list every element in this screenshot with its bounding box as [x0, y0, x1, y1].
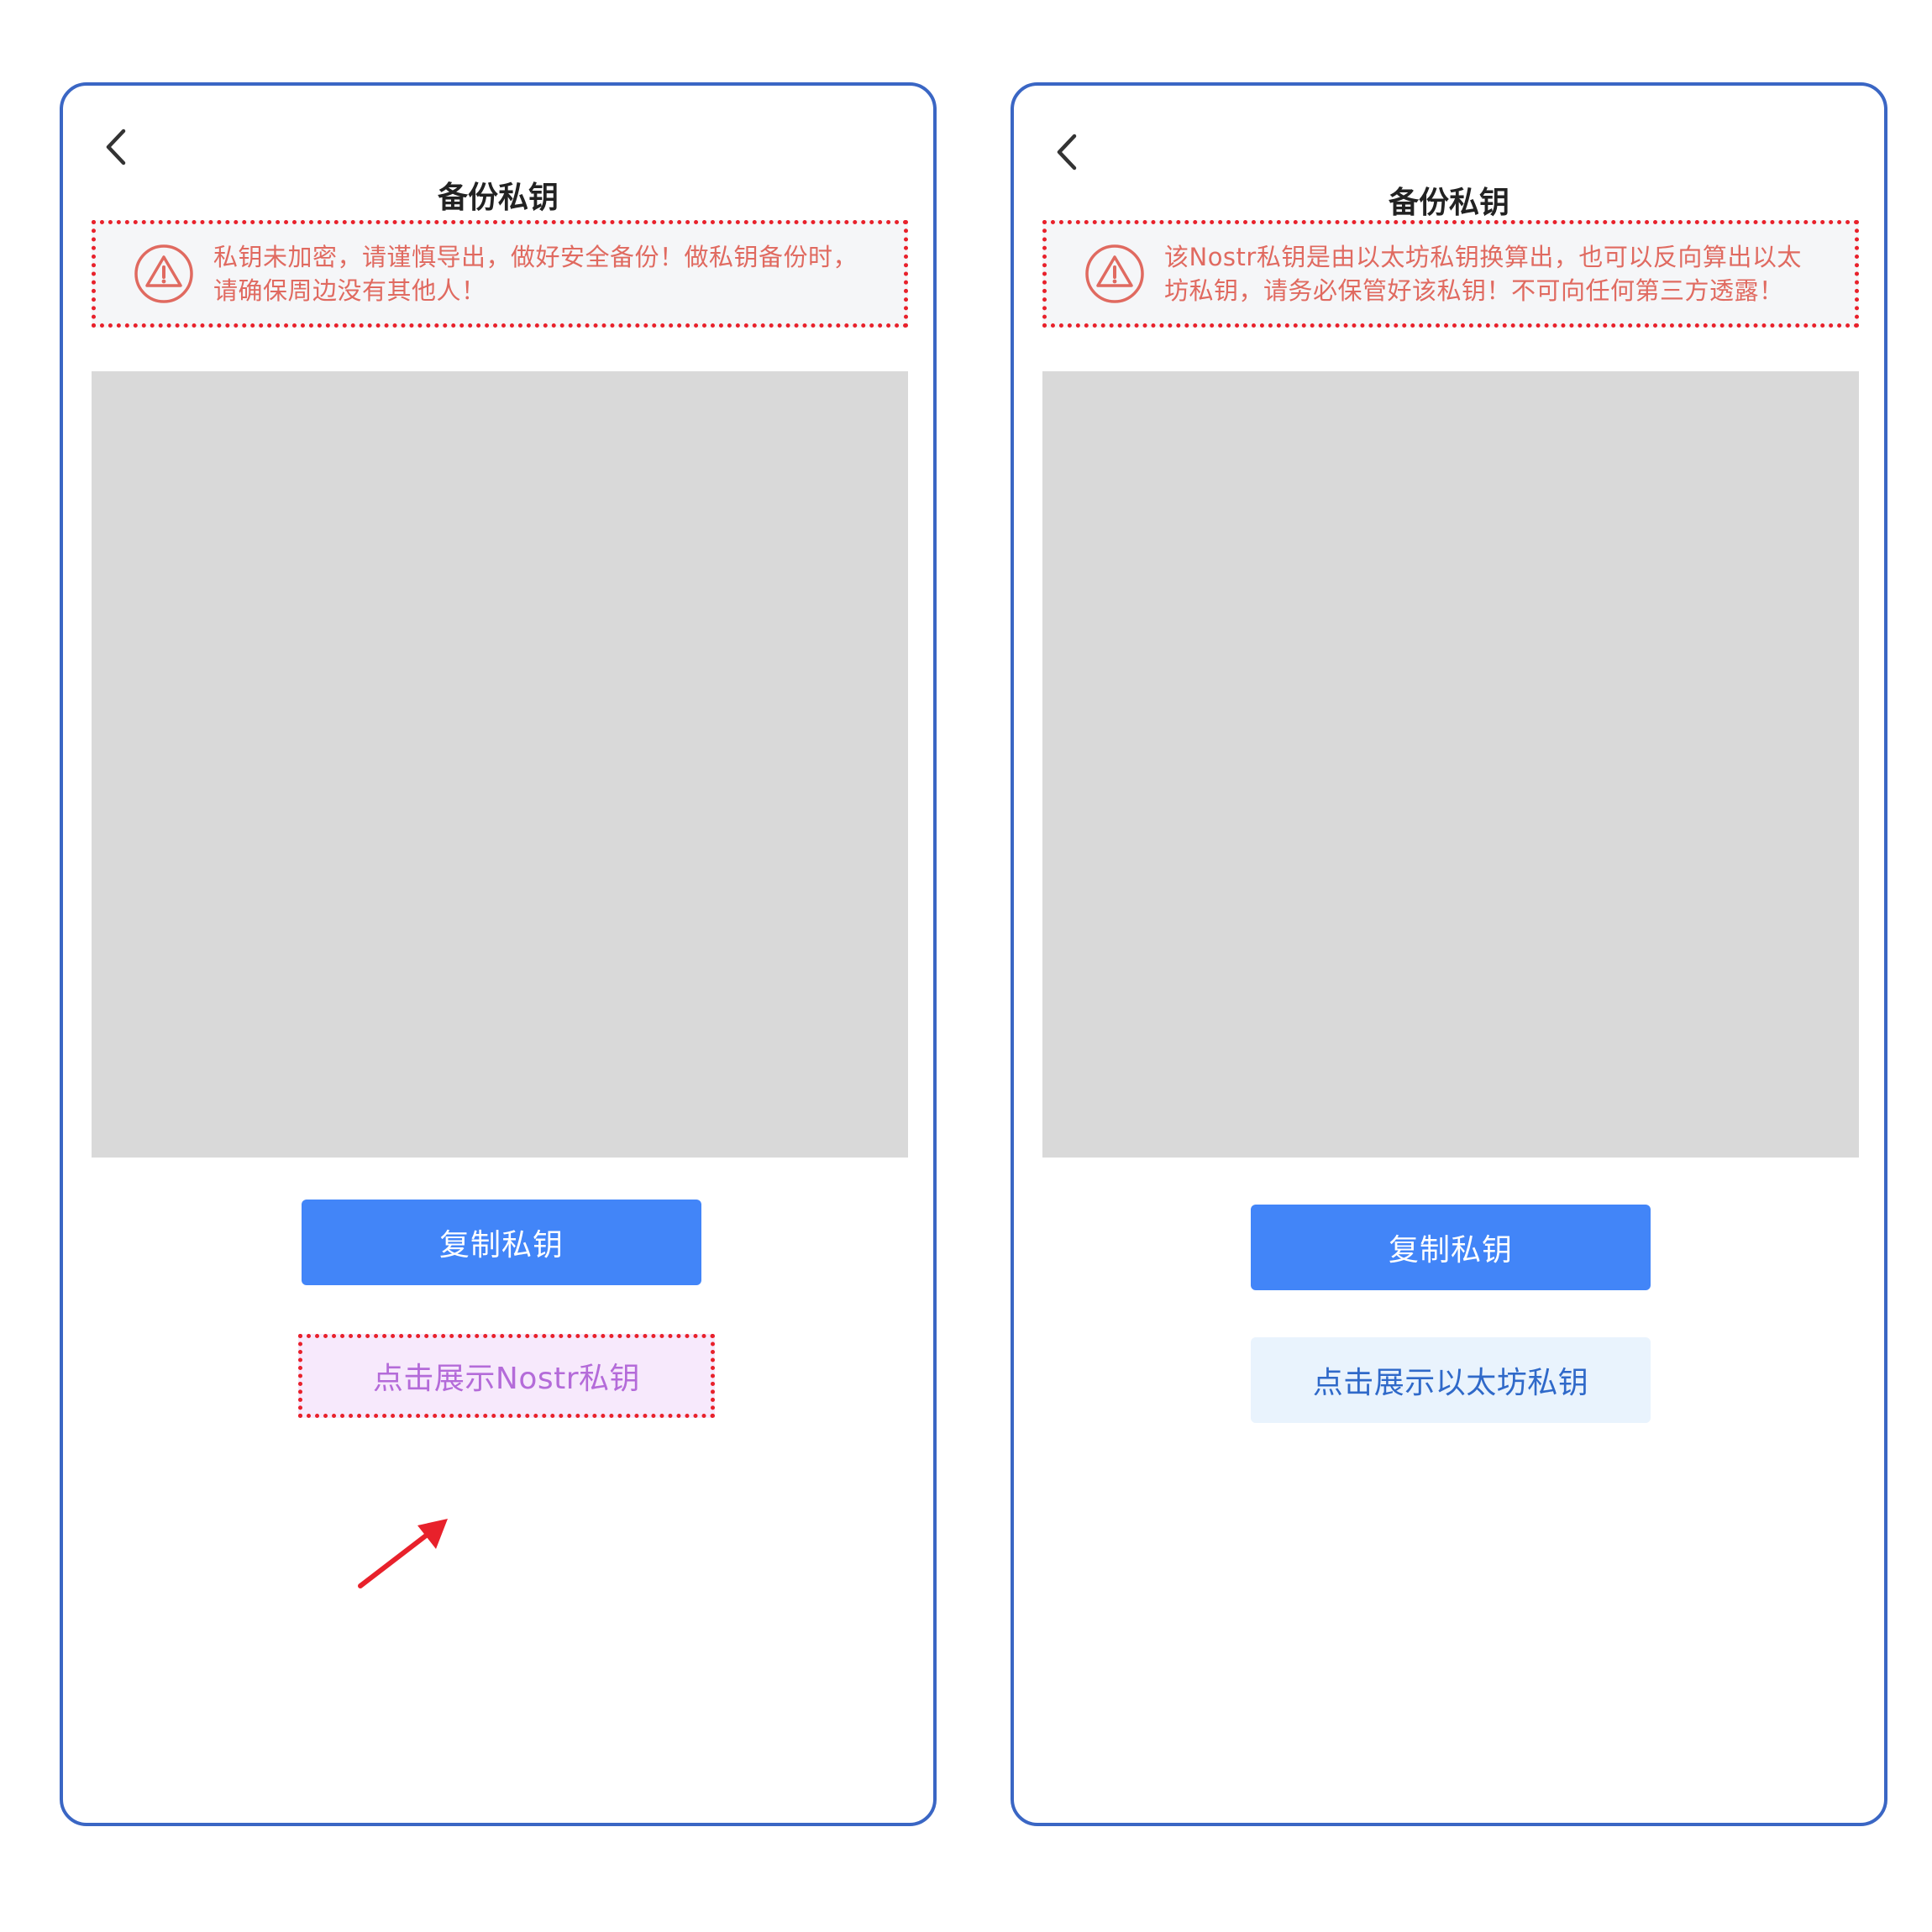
warning-line-2: 坊私钥，请务必保管好该私钥！不可向任何第三方透露！	[1164, 276, 1784, 305]
page-title: 备份私钥	[1388, 186, 1509, 220]
private-key-panel	[1042, 371, 1859, 1158]
warning-line-1: 私钥未加密，请谨慎导出，做好安全备份！做私钥备份时，	[213, 243, 858, 271]
copy-private-key-button[interactable]: 复制私钥	[1251, 1205, 1651, 1290]
chevron-left-icon	[1057, 134, 1077, 171]
back-button[interactable]	[95, 118, 137, 176]
warning-banner: 私钥未加密，请谨慎导出，做好安全备份！做私钥备份时， 请确保周边没有其他人！	[92, 220, 908, 328]
warning-text: 该Nostr私钥是由以太坊私钥换算出，也可以反向算出以太 坊私钥，请务必保管好该…	[1164, 240, 1802, 307]
warning-text: 私钥未加密，请谨慎导出，做好安全备份！做私钥备份时， 请确保周边没有其他人！	[213, 240, 858, 307]
phone-screen-ethereum: 备份私钥 该Nostr私钥是由以太坊私钥换算出，也可以反向算出以太 坊私钥，请务…	[1011, 82, 1887, 1826]
copy-private-key-button[interactable]: 复制私钥	[302, 1200, 701, 1285]
comparison-canvas: 备份私钥 私钥未加密，请谨慎导出，做好安全备份！做私钥备份时， 请确保周边没有其…	[0, 0, 1932, 1932]
warning-triangle-icon	[1085, 244, 1144, 303]
back-button[interactable]	[1046, 123, 1088, 181]
warning-line-1: 该Nostr私钥是由以太坊私钥换算出，也可以反向算出以太	[1164, 243, 1802, 271]
phone-screen-nostr: 备份私钥 私钥未加密，请谨慎导出，做好安全备份！做私钥备份时， 请确保周边没有其…	[60, 82, 937, 1826]
page-title: 备份私钥	[437, 181, 559, 215]
chevron-left-icon	[106, 129, 126, 165]
show-ethereum-key-button[interactable]: 点击展示以太坊私钥	[1251, 1337, 1651, 1423]
warning-line-2: 请确保周边没有其他人！	[213, 276, 486, 305]
private-key-panel	[92, 371, 908, 1158]
red-arrow-annotation-icon	[358, 1519, 448, 1588]
warning-triangle-icon	[134, 244, 193, 303]
show-nostr-key-button[interactable]: 点击展示Nostr私钥	[298, 1334, 715, 1418]
warning-banner: 该Nostr私钥是由以太坊私钥换算出，也可以反向算出以太 坊私钥，请务必保管好该…	[1042, 220, 1859, 328]
